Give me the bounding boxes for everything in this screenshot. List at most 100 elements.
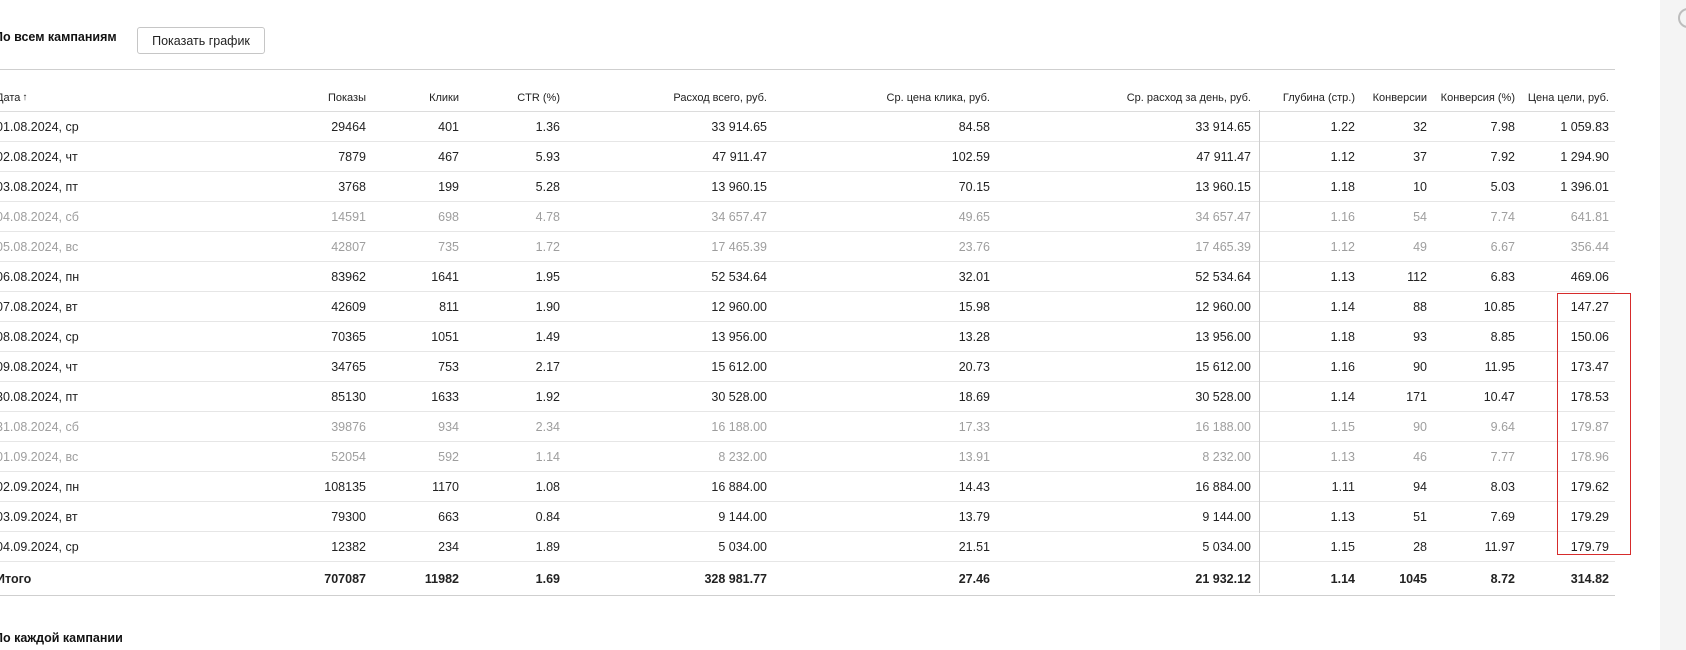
total-label: Итого (0, 571, 32, 586)
row-conversions: 90 (1413, 419, 1427, 434)
row-clicks: 811 (439, 299, 459, 314)
row-goal-cost: 641.81 (1570, 209, 1609, 224)
row-date: 03.08.2024, пт (0, 179, 79, 194)
row-cpc: 13.91 (958, 449, 990, 464)
table-row: 07.08.2024, вт 42609 811 1.90 12 960.00 15.98… (0, 292, 1615, 322)
row-ctr: 1.08 (535, 479, 560, 494)
total-depth: 1.14 (1330, 571, 1355, 586)
row-spend: 34 657.47 (711, 209, 767, 224)
row-goal-cost: 1 396.01 (1560, 179, 1609, 194)
row-depth: 1.22 (1330, 119, 1355, 134)
row-conversion-rate: 6.83 (1490, 269, 1515, 284)
row-shows: 42609 (331, 299, 366, 314)
scrollbar-track[interactable] (1660, 0, 1686, 650)
row-conversions: 37 (1413, 149, 1427, 164)
row-conversion-rate: 6.67 (1490, 239, 1515, 254)
row-shows: 70365 (331, 329, 366, 344)
row-date: 30.08.2024, пт (0, 389, 79, 404)
row-ctr: 1.72 (535, 239, 560, 254)
row-cpc: 70.15 (958, 179, 990, 194)
stats-table: Дата ↑ Показы Клики CTR (%) Расход всего… (0, 84, 1615, 596)
row-conversion-rate: 5.03 (1490, 179, 1515, 194)
goal-cost-highlight (1557, 293, 1631, 555)
row-spend: 5 034.00 (718, 539, 767, 554)
header-clicks[interactable]: Клики (366, 84, 459, 111)
row-spend: 16 188.00 (711, 419, 767, 434)
row-daily-spend: 47 911.47 (1196, 149, 1251, 164)
row-shows: 12382 (331, 539, 366, 554)
row-date: 07.08.2024, вт (0, 299, 78, 314)
row-ctr: 1.36 (535, 119, 560, 134)
row-clicks: 199 (438, 179, 459, 194)
row-conversions: 49 (1413, 239, 1427, 254)
header-daily-spend[interactable]: Ср. расход за день, руб. (990, 84, 1251, 111)
row-cpc: 20.73 (958, 359, 990, 374)
row-spend: 30 528.00 (711, 389, 767, 404)
header-spend[interactable]: Расход всего, руб. (560, 84, 767, 111)
row-depth: 1.13 (1330, 269, 1355, 284)
row-clicks: 663 (438, 509, 459, 524)
row-date: 04.08.2024, сб (0, 209, 79, 224)
table-row: 01.08.2024, ср 29464 401 1.36 33 914.65 84.58… (0, 112, 1615, 142)
row-spend: 52 534.64 (711, 269, 767, 284)
header-conversions[interactable]: Конверсии (1355, 84, 1427, 111)
row-cpc: 84.58 (958, 119, 990, 134)
header-cpc[interactable]: Ср. цена клика, руб. (767, 84, 990, 111)
header-ctr[interactable]: CTR (%) (459, 84, 560, 111)
row-shows: 42807 (331, 239, 366, 254)
table-row: 05.08.2024, вс 42807 735 1.72 17 465.39 23.76… (0, 232, 1615, 262)
row-daily-spend: 16 188.00 (1195, 419, 1251, 434)
row-depth: 1.15 (1330, 539, 1355, 554)
show-chart-button[interactable]: Показать график (137, 27, 265, 54)
table-total-row: Итого 707087 11982 1.69 328 981.77 27.46… (0, 562, 1615, 596)
header-conversion-rate[interactable]: Конверсия (%) (1427, 84, 1515, 111)
row-daily-spend: 9 144.00 (1202, 509, 1251, 524)
table-row: 09.08.2024, чт 34765 753 2.17 15 612.00 20.73… (0, 352, 1615, 382)
row-conversion-rate: 10.85 (1483, 299, 1515, 314)
row-conversions: 93 (1413, 329, 1427, 344)
row-ctr: 1.14 (535, 449, 560, 464)
table-row: 04.09.2024, ср 12382 234 1.89 5 034.00 21.51 5… (0, 532, 1615, 562)
row-daily-spend: 34 657.47 (1195, 209, 1251, 224)
row-conversion-rate: 10.47 (1483, 389, 1515, 404)
row-depth: 1.12 (1330, 149, 1355, 164)
row-daily-spend: 52 534.64 (1195, 269, 1251, 284)
table-header: Дата ↑ Показы Клики CTR (%) Расход всего… (0, 84, 1615, 112)
table-row: 06.08.2024, пн 83962 1641 1.95 52 534.64 32.0… (0, 262, 1615, 292)
row-clicks: 934 (438, 419, 459, 434)
table-row: 03.08.2024, пт 3768 199 5.28 13 960.15 70.15 1… (0, 172, 1615, 202)
row-spend: 47 911.47 (712, 149, 767, 164)
row-cpc: 13.79 (958, 509, 990, 524)
row-ctr: 4.78 (535, 209, 560, 224)
row-date: 08.08.2024, ср (0, 329, 79, 344)
header-date[interactable]: Дата ↑ (0, 84, 146, 111)
header-goal-cost[interactable]: Цена цели, руб. (1515, 84, 1609, 111)
column-divider (1259, 110, 1260, 593)
row-clicks: 401 (438, 119, 459, 134)
row-conversions: 90 (1413, 359, 1427, 374)
row-ctr: 1.49 (535, 329, 560, 344)
row-spend: 13 960.15 (711, 179, 767, 194)
header-depth[interactable]: Глубина (стр.) (1251, 84, 1355, 111)
table-row: 04.08.2024, сб 14591 698 4.78 34 657.47 49.65… (0, 202, 1615, 232)
row-conversions: 54 (1413, 209, 1427, 224)
row-daily-spend: 13 960.15 (1195, 179, 1251, 194)
row-shows: 39876 (331, 419, 366, 434)
row-cpc: 15.98 (958, 299, 990, 314)
row-clicks: 1051 (431, 329, 459, 344)
row-spend: 33 914.65 (711, 119, 767, 134)
row-cpc: 21.51 (958, 539, 990, 554)
row-depth: 1.18 (1330, 329, 1355, 344)
row-spend: 16 884.00 (711, 479, 767, 494)
row-ctr: 2.34 (535, 419, 560, 434)
row-date: 05.08.2024, вс (0, 239, 79, 254)
section-title: По всем кампаниям (0, 30, 117, 44)
row-spend: 13 956.00 (711, 329, 767, 344)
total-ctr: 1.69 (535, 571, 560, 586)
table-row: 01.09.2024, вс 52054 592 1.14 8 232.00 13.91 8… (0, 442, 1615, 472)
section-divider (0, 69, 1615, 70)
header-shows[interactable]: Показы (250, 84, 366, 111)
row-depth: 1.13 (1330, 509, 1355, 524)
row-clicks: 1641 (431, 269, 459, 284)
table-row: 02.08.2024, чт 7879 467 5.93 47 911.47 102.59… (0, 142, 1615, 172)
